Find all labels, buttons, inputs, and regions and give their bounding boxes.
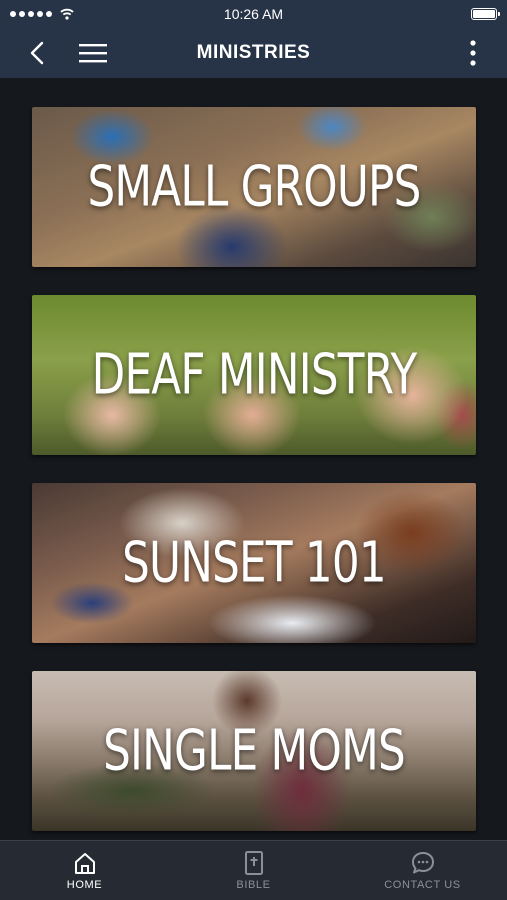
tile-label: DEAF MINISTRY (91, 342, 418, 408)
menu-button[interactable] (76, 28, 110, 78)
signal-dot (10, 11, 16, 17)
wifi-icon (60, 8, 74, 20)
status-bar: 10:26 AM (0, 0, 507, 28)
tab-contact-us[interactable]: CONTACT US (338, 841, 507, 900)
tab-label: HOME (66, 879, 103, 891)
ministry-tile-single-moms[interactable]: SINGLE MOMS (32, 671, 476, 831)
ministry-tile-sunset-101[interactable]: SUNSET 101 (32, 483, 476, 643)
tile-label: SINGLE MOMS (103, 718, 406, 784)
tile-label: SUNSET 101 (122, 530, 387, 596)
signal-dot (46, 11, 52, 17)
tab-bar: HOME BIBLE CONTACT US (0, 840, 507, 900)
bible-icon (244, 851, 263, 875)
ministry-tile-small-groups[interactable]: SMALL GROUPS (32, 107, 476, 267)
home-icon (74, 853, 95, 874)
more-vertical-icon (470, 40, 476, 66)
signal-dot (19, 11, 25, 17)
ministries-list: SMALL GROUPS DEAF MINISTRY SUNSET 101 SI… (0, 78, 507, 840)
tab-label: BIBLE (236, 879, 271, 891)
hamburger-menu-icon (79, 44, 107, 63)
tab-label: CONTACT US (384, 879, 461, 891)
chat-bubble-icon (411, 852, 434, 874)
more-options-button[interactable] (463, 28, 483, 78)
back-button[interactable] (22, 28, 52, 78)
battery-icon (471, 8, 500, 20)
signal-dot (37, 11, 43, 17)
nav-bar: MINISTRIES (0, 28, 507, 78)
tab-bible[interactable]: BIBLE (169, 841, 338, 900)
signal-strength (10, 8, 74, 20)
signal-dot (28, 11, 34, 17)
status-time: 10:26 AM (223, 6, 284, 22)
tile-label: SMALL GROUPS (87, 154, 421, 220)
back-arrow-icon (30, 41, 44, 65)
ministry-tile-deaf-ministry[interactable]: DEAF MINISTRY (32, 295, 476, 455)
tab-home[interactable]: HOME (0, 841, 169, 900)
